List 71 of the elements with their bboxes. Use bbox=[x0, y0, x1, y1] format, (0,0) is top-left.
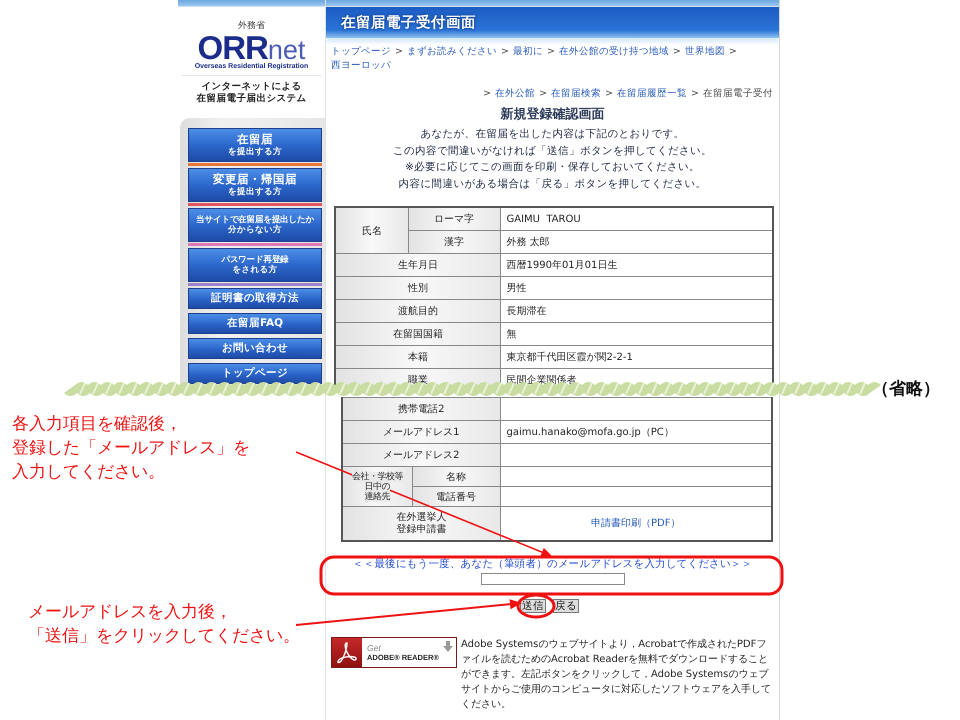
breadcrumb-item[interactable]: 在外公館の受け持つ地域 bbox=[558, 45, 669, 59]
download-arrow-icon bbox=[443, 641, 453, 652]
breadcrumb-item[interactable]: 在留届履歴一覧 bbox=[617, 87, 688, 101]
instruction-text: あなたが、在留届を出した内容は下記のとおりです。 bbox=[420, 127, 686, 142]
row-label: 電話番号 bbox=[412, 486, 500, 506]
pdf-logo-icon bbox=[336, 640, 358, 664]
page-title: 新規登録確認画面 bbox=[500, 106, 606, 123]
instruction-text: ※必要に応じてこの画面を印刷・保存しておいてください。 bbox=[404, 160, 701, 175]
breadcrumb-item[interactable]: まずお読みください bbox=[406, 45, 497, 59]
nav-button[interactable]: パスワード再登録 をされる方 bbox=[188, 248, 322, 282]
row-label: 漢字 bbox=[408, 230, 500, 254]
site-logo[interactable]: ORRnet bbox=[178, 35, 325, 63]
nav-button[interactable]: 当サイトで在留届を提出したか 分からない方 bbox=[188, 208, 322, 242]
breadcrumb-separator: > bbox=[691, 87, 699, 101]
row-label: 氏名 bbox=[335, 207, 408, 254]
row-label: 名称 bbox=[412, 466, 500, 486]
breadcrumb-item[interactable]: 在留届検索 bbox=[551, 87, 602, 101]
nav-button[interactable]: 証明書の取得方法 bbox=[188, 288, 322, 309]
email-input[interactable] bbox=[480, 573, 624, 585]
row-label: 会社・学校等 日中の 連絡先 bbox=[342, 466, 412, 506]
breadcrumb-separator: > bbox=[500, 45, 509, 59]
nav-button[interactable]: 在留届 を提出する方 bbox=[188, 128, 322, 162]
row-label: メールアドレス1 bbox=[342, 420, 500, 444]
breadcrumb-separator: > bbox=[605, 87, 614, 101]
send-button[interactable]: 送信 bbox=[520, 599, 546, 613]
system-name: インターネットによる 在留届電子届出システム bbox=[195, 80, 308, 105]
annotation-text: 各入力項目を確認後， 登録した「メールアドレス」を 入力してください。 bbox=[12, 413, 250, 484]
breadcrumb-separator: > bbox=[483, 87, 492, 101]
highlight-ellipse bbox=[516, 594, 556, 618]
row-label: 渡航目的 bbox=[335, 300, 500, 322]
table-cell: 西暦1990年01月01日生 bbox=[500, 254, 773, 276]
breadcrumb-item[interactable]: 西ヨーロッパ bbox=[331, 59, 391, 73]
row-label: 性別 bbox=[335, 276, 500, 300]
breadcrumb-item[interactable]: 最初に bbox=[512, 45, 543, 59]
row-label: 在留国国籍 bbox=[335, 322, 500, 346]
table-cell: 外務 太郎 bbox=[500, 230, 773, 254]
breadcrumb-item[interactable]: トップページ bbox=[331, 45, 391, 59]
table-cell: 男性 bbox=[500, 276, 773, 300]
omission-note: （省略） bbox=[872, 378, 940, 400]
table-cell: 長期滞在 bbox=[500, 300, 773, 322]
breadcrumb-separator: > bbox=[539, 87, 548, 101]
nav-button[interactable]: 在留届FAQ bbox=[188, 313, 322, 334]
breadcrumb-item: 在留届電子受付 bbox=[703, 87, 773, 101]
breadcrumb-separator: > bbox=[672, 45, 681, 59]
table-cell: GAIMU TAROU bbox=[500, 207, 773, 230]
row-label: 本籍 bbox=[335, 346, 500, 368]
ministry-name: 外務省 bbox=[237, 20, 266, 32]
row-label: 携帯電話2 bbox=[342, 398, 500, 420]
page-header-title: 在留届電子受付画面 bbox=[341, 14, 476, 32]
instruction-text: この内容で間違いがなければ「送信」ボタンを押してください。 bbox=[392, 144, 713, 158]
row-label: ローマ字 bbox=[408, 207, 500, 230]
nav-button[interactable]: 変更届・帰国届 を提出する方 bbox=[188, 168, 322, 202]
table-cell: 東京都千代田区霞が関2-2-1 bbox=[500, 346, 773, 368]
breadcrumb-item[interactable]: 世界地図 bbox=[684, 45, 725, 59]
email-prompt: ＜＜最後にもう一度、あなた（筆頭者）のメールアドレスを入力してください＞＞ bbox=[352, 557, 754, 571]
breadcrumb-separator: > bbox=[395, 45, 403, 59]
annotation-text: メールアドレスを入力後， 「送信」をクリックしてください。 bbox=[28, 601, 300, 648]
adobe-notice-text: Adobe Systemsのウェブサイトより，Acrobatで作成されたPDFファイルを読むためのAcrobat Readerを無料でダウンロードすることができます。左記ボタンをクリックして，Adobe Systemsのウェブサイトからご使用のコンピュータに対応したソフトウェアを入手してください。 bbox=[461, 638, 772, 712]
back-button[interactable]: 戻る bbox=[553, 599, 579, 613]
table-cell: gaimu.hanako@mofa.go.jp（PC） bbox=[500, 420, 772, 444]
row-label: メールアドレス2 bbox=[342, 444, 500, 466]
breadcrumb-separator: > bbox=[546, 45, 555, 59]
pdf-link[interactable]: 申請書印刷（PDF） bbox=[591, 518, 680, 528]
nav-button[interactable]: トップページ bbox=[188, 363, 322, 384]
instruction-text: 内容に間違いがある場合は「戻る」ボタンを押してください。 bbox=[398, 176, 708, 192]
nav-button[interactable]: お問い合わせ bbox=[188, 338, 322, 359]
table-cell: 無 bbox=[500, 322, 773, 346]
breadcrumb-separator: > bbox=[728, 45, 737, 59]
row-label: 生年月日 bbox=[335, 254, 500, 276]
row-label: 在外選挙人 登録申請書 bbox=[342, 506, 500, 541]
breadcrumb-item[interactable]: 在外公館 bbox=[495, 87, 536, 101]
